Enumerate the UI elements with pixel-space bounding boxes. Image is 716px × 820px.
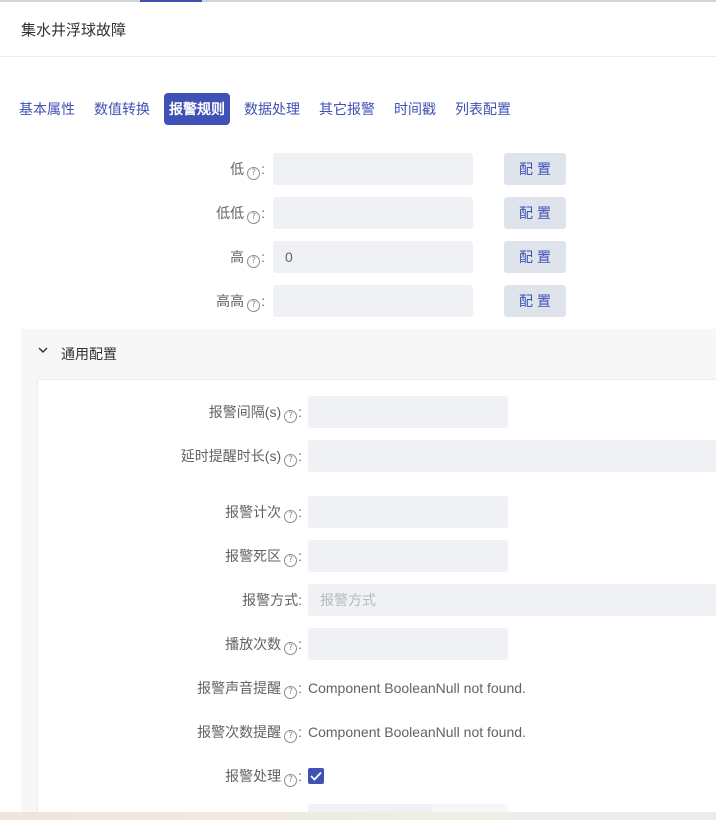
label-colon: : (298, 680, 302, 696)
help-icon[interactable]: ? (247, 255, 261, 268)
rule-label-text: 低 (230, 161, 245, 177)
play-count-input[interactable] (308, 628, 508, 660)
bottom-edge-strip (0, 812, 716, 820)
field-play-count: 播放次数?: (0, 628, 716, 660)
general-config-header[interactable]: 通用配置 (21, 329, 716, 375)
rule-label-text: 高 (230, 249, 245, 265)
field-label-text: 报警间隔(s) (208, 404, 282, 420)
label-colon: : (298, 504, 302, 520)
label-colon: : (298, 448, 302, 464)
rule-label-text: 低低 (216, 205, 245, 221)
rule-row-low: 低?: 配置 (0, 153, 716, 185)
field-label: 报警方式: (242, 584, 302, 616)
label-colon: : (298, 548, 302, 564)
tab-alarm-rules[interactable]: 报警规则 (164, 93, 230, 125)
dialog-header: 集水井浮球故障 (0, 2, 716, 57)
rule-input-low[interactable] (273, 153, 473, 185)
label-colon: : (298, 724, 302, 740)
field-label: 报警声音提醒?: (197, 672, 302, 704)
label-colon: : (298, 404, 302, 420)
general-config-title: 通用配置 (61, 346, 117, 362)
help-icon[interactable]: ? (247, 299, 261, 312)
rule-label-high-high: 高高?: (216, 285, 265, 317)
config-button-low-low[interactable]: 配置 (504, 197, 566, 229)
tab-bar: 基本属性 数值转换 报警规则 数据处理 其它报警 时间戳 列表配置 (14, 93, 525, 125)
tab-timestamp[interactable]: 时间戳 (389, 93, 441, 125)
rule-input-high-high[interactable] (273, 285, 473, 317)
label-colon: : (298, 592, 302, 608)
help-icon[interactable]: ? (284, 642, 298, 655)
tab-basic-properties[interactable]: 基本属性 (14, 93, 80, 125)
rule-label-text: 高高 (216, 293, 245, 309)
label-colon: : (298, 768, 302, 784)
tab-other-alarms[interactable]: 其它报警 (314, 93, 380, 125)
help-icon[interactable]: ? (284, 554, 298, 567)
help-icon[interactable]: ? (284, 774, 298, 787)
help-icon[interactable]: ? (284, 730, 298, 743)
field-label: 报警次数提醒?: (197, 716, 302, 748)
field-alarm-count: 报警计次?: (0, 496, 716, 528)
component-missing-message: Component BooleanNull not found. (308, 724, 526, 740)
component-missing-message: Component BooleanNull not found. (308, 680, 526, 696)
field-delay-remind: 延时提醒时长(s)?: (0, 440, 716, 472)
field-label: 播放次数?: (225, 628, 302, 660)
tab-value-conversion[interactable]: 数值转换 (89, 93, 155, 125)
field-label-text: 报警次数提醒 (197, 724, 282, 740)
field-label: 报警间隔(s)?: (209, 396, 302, 428)
checkmark-icon (310, 771, 322, 781)
field-label-text: 延时提醒时长(s) (180, 448, 282, 464)
help-icon[interactable]: ? (247, 211, 261, 224)
chevron-down-icon (38, 347, 48, 353)
config-button-high-high[interactable]: 配置 (504, 285, 566, 317)
field-label: 报警处理?: (225, 760, 302, 792)
delay-remind-input[interactable] (308, 440, 716, 472)
rule-row-high-high: 高高?: 配置 (0, 285, 716, 317)
label-colon: : (261, 249, 265, 265)
field-alarm-interval: 报警间隔(s)?: (0, 396, 716, 428)
label-colon: : (298, 636, 302, 652)
alarm-mode-select[interactable]: 报警方式 (308, 584, 716, 616)
label-colon: : (261, 205, 265, 221)
field-dead-zone: 报警死区?: (0, 540, 716, 572)
rule-input-high[interactable]: 0 (273, 241, 473, 273)
alarm-interval-input[interactable] (308, 396, 508, 428)
field-sound-remind: 报警声音提醒?: Component BooleanNull not found… (0, 672, 716, 704)
label-colon: : (261, 293, 265, 309)
field-label-text: 报警声音提醒 (197, 680, 282, 696)
rule-row-low-low: 低低?: 配置 (0, 197, 716, 229)
rule-label-low-low: 低低?: (216, 197, 265, 229)
field-label: 报警计次?: (225, 496, 302, 528)
help-icon[interactable]: ? (284, 410, 298, 423)
tab-list-config[interactable]: 列表配置 (450, 93, 516, 125)
field-label-text: 报警处理 (225, 768, 282, 784)
alarm-handle-checkbox[interactable] (308, 768, 324, 784)
config-button-low[interactable]: 配置 (504, 153, 566, 185)
alarm-count-input[interactable] (308, 496, 508, 528)
rule-input-low-low[interactable] (273, 197, 473, 229)
field-alarm-mode: 报警方式: 报警方式 (0, 584, 716, 616)
field-label-text: 报警死区 (225, 548, 282, 564)
config-button-high[interactable]: 配置 (504, 241, 566, 273)
help-icon[interactable]: ? (284, 510, 298, 523)
field-label-text: 报警方式 (242, 592, 299, 608)
rule-row-high: 高?: 0 配置 (0, 241, 716, 273)
dead-zone-input[interactable] (308, 540, 508, 572)
field-label: 报警死区?: (225, 540, 302, 572)
help-icon[interactable]: ? (247, 167, 261, 180)
label-colon: : (261, 161, 265, 177)
field-label-text: 报警计次 (225, 504, 282, 520)
rule-label-high: 高?: (230, 241, 265, 273)
page-title: 集水井浮球故障 (21, 22, 127, 39)
help-icon[interactable]: ? (284, 454, 298, 467)
help-icon[interactable]: ? (284, 686, 298, 699)
field-count-remind: 报警次数提醒?: Component BooleanNull not found… (0, 716, 716, 748)
tab-data-processing[interactable]: 数据处理 (239, 93, 305, 125)
field-alarm-handle: 报警处理?: (0, 760, 716, 792)
rule-label-low: 低?: (230, 153, 265, 185)
field-label: 延时提醒时长(s)?: (181, 440, 302, 472)
field-label-text: 播放次数 (225, 636, 282, 652)
